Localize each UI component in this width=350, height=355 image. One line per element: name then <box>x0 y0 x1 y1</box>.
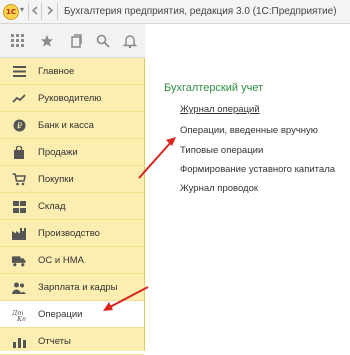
operations-icon: ДтКт <box>12 308 26 321</box>
cart-icon <box>12 173 26 186</box>
section-toolbar <box>0 24 145 58</box>
window-title: Бухгалтерия предприятия, редакция 3.0 (1… <box>64 6 337 17</box>
sidebar-item-label: Главное <box>38 66 75 77</box>
bag-icon <box>12 146 26 159</box>
chevron-down-icon[interactable]: ▾ <box>20 5 24 14</box>
warehouse-icon <box>12 200 26 213</box>
forward-button[interactable] <box>44 3 58 20</box>
sidebar-item-label: Продажи <box>38 147 78 158</box>
trend-icon <box>12 92 26 105</box>
sidebar-item-label: Банк и касса <box>38 120 94 131</box>
sidebar-item-production[interactable]: Производство <box>0 220 144 247</box>
apps-grid-icon[interactable] <box>9 32 27 50</box>
sidebar-item-fixed-assets[interactable]: ОС и НМА <box>0 247 144 274</box>
sidebar-item-label: ОС и НМА <box>38 255 84 266</box>
sidebar-item-label: Руководителю <box>38 93 102 104</box>
coin-icon: ₽ <box>12 119 26 132</box>
sidebar-item-label: Покупки <box>38 174 74 185</box>
svg-text:₽: ₽ <box>16 122 21 131</box>
main-content: Бухгалтерский учет Журнал операций Опера… <box>146 24 350 351</box>
menu-icon <box>12 65 26 78</box>
search-icon[interactable] <box>94 32 112 50</box>
history-icon[interactable] <box>67 32 85 50</box>
back-button[interactable] <box>28 3 42 20</box>
truck-icon <box>12 254 26 267</box>
svg-text:Кт: Кт <box>16 315 26 321</box>
sidebar-item-sales[interactable]: Продажи <box>0 139 144 166</box>
sidebar-item-operations[interactable]: ДтКт Операции <box>0 301 144 328</box>
title-bar: 1С ▾ Бухгалтерия предприятия, редакция 3… <box>0 0 350 24</box>
sections-sidebar: Главное Руководителю ₽ Банк и касса Прод… <box>0 58 145 355</box>
link-operations-journal[interactable]: Журнал операций <box>180 104 260 115</box>
sidebar-item-bank[interactable]: ₽ Банк и касса <box>0 112 144 139</box>
sidebar-item-label: Отчеты <box>38 336 71 347</box>
link-authorized-capital[interactable]: Формирование уставного капитала <box>180 164 335 175</box>
sidebar-item-manager[interactable]: Руководителю <box>0 85 144 112</box>
people-icon <box>12 281 26 294</box>
bell-icon[interactable] <box>121 32 139 50</box>
section-title: Бухгалтерский учет <box>164 82 264 94</box>
link-postings-journal[interactable]: Журнал проводок <box>180 183 258 194</box>
sidebar-item-label: Производство <box>38 228 100 239</box>
sidebar-item-purchases[interactable]: Покупки <box>0 166 144 193</box>
report-icon <box>12 335 26 348</box>
star-icon[interactable] <box>38 32 56 50</box>
sidebar-item-main[interactable]: Главное <box>0 58 144 85</box>
link-manual-operations[interactable]: Операции, введенные вручную <box>180 125 318 136</box>
sidebar-item-label: Зарплата и кадры <box>38 282 118 293</box>
arrow-left-icon <box>31 6 38 15</box>
arrow-right-icon <box>47 6 54 15</box>
sidebar-item-salary[interactable]: Зарплата и кадры <box>0 274 144 301</box>
factory-icon <box>12 227 26 240</box>
app-logo[interactable]: 1С <box>3 4 19 20</box>
sidebar-item-warehouse[interactable]: Склад <box>0 193 144 220</box>
sidebar-item-label: Склад <box>38 201 66 212</box>
sidebar-item-label: Операции <box>38 309 83 320</box>
link-typical-operations[interactable]: Типовые операции <box>180 145 263 156</box>
